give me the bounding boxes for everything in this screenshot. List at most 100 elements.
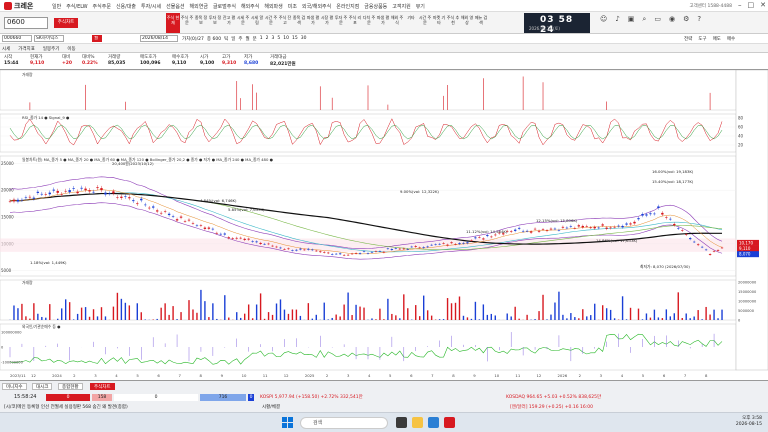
period-button-13[interactable]: 30	[301, 36, 307, 42]
toolbar-icon-22[interactable]: 메뉴 검색	[474, 13, 488, 33]
menu-item-1[interactable]: 주식/ELW	[66, 3, 87, 10]
stock-name-field[interactable]: SK하이닉스	[34, 35, 64, 42]
camera-icon[interactable]: ◉	[669, 15, 675, 24]
menu-item-8[interactable]: 해외주식	[241, 3, 259, 10]
lock-icon[interactable]: ▣	[628, 15, 635, 24]
period-button-7[interactable]: 1	[260, 36, 263, 42]
taskbar-search[interactable]: 검색	[300, 417, 388, 429]
menu-item-7[interactable]: 글로벌주식	[213, 3, 236, 10]
close-button[interactable]: ✕	[760, 1, 766, 9]
date-input[interactable]: 2026/08/14	[140, 35, 178, 42]
period-button-1[interactable]: 종 600	[207, 36, 221, 42]
indicator-tab-2[interactable]: 일봉주기	[43, 46, 60, 52]
search-icon[interactable]: ⌕	[642, 15, 646, 24]
toolbar-icon-16[interactable]: 해외 주식	[390, 13, 404, 33]
menu-item-12[interactable]: 온라인지점	[336, 3, 359, 10]
candle-body	[338, 253, 342, 255]
toolbar-icon-20[interactable]: 주식 추천	[446, 13, 460, 33]
menu-item-10[interactable]: 미조	[288, 3, 297, 10]
toolbar-icon-1[interactable]: 주식 주문	[180, 13, 194, 33]
windows-start-icon[interactable]	[282, 417, 293, 428]
stock-code-input[interactable]: 000660	[2, 35, 32, 42]
right-option-0[interactable]: 전략	[684, 36, 692, 42]
period-button-3[interactable]: 일	[231, 36, 235, 42]
period-button-6[interactable]: 분	[253, 36, 257, 42]
menu-item-13[interactable]: 금융상품등	[364, 3, 387, 10]
menu-item-9[interactable]: 해외파생	[264, 3, 282, 10]
tab-stock-chart[interactable]: 주식차트	[90, 383, 115, 390]
indicator-tab-0[interactable]: 시세	[2, 46, 10, 52]
speaker-icon[interactable]: ♪	[615, 15, 619, 24]
minimize-button[interactable]: –	[738, 1, 742, 9]
file-explorer-icon[interactable]	[412, 417, 423, 428]
volume-tick-label: 5000000	[738, 309, 755, 313]
toolbar-icon-15[interactable]: 파생 평가	[376, 13, 390, 33]
indicator-tab-1[interactable]: 가격지표	[18, 46, 35, 52]
period-button-10[interactable]: 5	[277, 36, 280, 42]
tab-dashboard[interactable]: 대시크	[32, 383, 53, 390]
toolbar-icon-6[interactable]: 시세 알림	[250, 13, 264, 33]
chart-canvas[interactable]: 25000200001500010000500020,400원(2023/10/…	[0, 69, 768, 380]
period-button-4[interactable]: 주	[238, 36, 242, 42]
menu-item-11[interactable]: 외국/해외주식	[302, 3, 331, 10]
toolbar-icon-14[interactable]: 다치 주문	[362, 13, 376, 33]
toolbar-icon-4[interactable]: 잔고 평가	[222, 13, 236, 33]
user-icon[interactable]: ☺	[600, 15, 607, 24]
right-option-3[interactable]: 매수	[727, 36, 735, 42]
menu-item-3[interactable]: 신용/대출	[116, 3, 136, 10]
toolbar-icon-8[interactable]: 주식 잔고	[278, 13, 292, 33]
creon-app-icon[interactable]	[444, 417, 455, 428]
period-tab-red[interactable]: 월	[92, 35, 102, 42]
candle-body	[155, 210, 159, 212]
toolbar-icon-12[interactable]: 투자 주문	[334, 13, 348, 33]
period-button-8[interactable]: 2	[266, 36, 269, 42]
settings-icon[interactable]: ⚙	[683, 15, 689, 24]
right-option-2[interactable]: 매도	[713, 36, 721, 42]
right-option-1[interactable]: 도구	[698, 36, 706, 42]
menu-item-4[interactable]: 투자/시세	[141, 3, 161, 10]
period-button-0[interactable]: 가치(0)/27	[182, 36, 204, 42]
toolbar-icon-18[interactable]: 시간 주문	[418, 13, 432, 33]
toolbar-icon-21[interactable]: 해외 영상	[460, 13, 474, 33]
task-view-icon[interactable]	[396, 417, 407, 428]
menu-item-0[interactable]: 일반	[52, 3, 61, 10]
candle-body	[259, 242, 262, 244]
period-button-11[interactable]: 10	[283, 36, 289, 42]
candle-body	[434, 244, 437, 246]
edge-icon[interactable]	[428, 417, 439, 428]
toolbar-icon-7[interactable]: 시간 주문	[264, 13, 278, 33]
toolbar-icon-19[interactable]: 마켓 기타	[432, 13, 446, 33]
tab-mini-index[interactable]: 미니지수	[2, 383, 27, 390]
candle-body	[370, 251, 374, 253]
toolbar-icon-5[interactable]: 시세 주문	[236, 13, 250, 33]
candle-body	[96, 187, 99, 189]
toolbar-icon-10[interactable]: 파생 평가	[306, 13, 320, 33]
maximize-button[interactable]: □	[748, 1, 755, 9]
help-icon[interactable]: ?	[697, 15, 701, 24]
toolbar-icon-9[interactable]: 종목 검색	[292, 13, 306, 33]
menu-item-14[interactable]: 고객지원	[392, 3, 410, 10]
period-button-5[interactable]: 월	[246, 36, 250, 42]
period-button-2[interactable]: 틱	[224, 36, 228, 42]
screen-icon[interactable]: ▭	[654, 15, 661, 24]
toolbar-icon-0[interactable]: 주식 현재	[166, 13, 180, 33]
system-tray-clock[interactable]: 오후 3:58 2026-08-15	[736, 416, 762, 428]
screen-code-input[interactable]: 0600	[4, 17, 48, 29]
period-button-9[interactable]: 3	[272, 36, 275, 42]
toolbar-icon-11[interactable]: 시장 평가	[320, 13, 334, 33]
period-button-12[interactable]: 15	[292, 36, 298, 42]
toolbar-icon-3[interactable]: 투자 정보	[208, 13, 222, 33]
indicator-tab-3[interactable]: 이동	[67, 46, 75, 52]
toolbar-icon-2[interactable]: 종목 정보	[194, 13, 208, 33]
menu-item-5[interactable]: 선물옵션	[166, 3, 184, 10]
menu-item-6[interactable]: 해외연금	[190, 3, 208, 10]
candle-body	[513, 229, 517, 231]
market-news-label[interactable]: 시황/체결	[262, 404, 280, 410]
tab-overview[interactable]: 종합현황	[58, 383, 83, 390]
menu-item-15[interactable]: 뷰기	[416, 3, 425, 10]
news-ticker[interactable]: [시/코]메인 등록형 인선 전월세 실용형판 568 숨긴 왜 발견(종합)	[4, 404, 128, 410]
toolbar-icon-13[interactable]: 주식 리포	[348, 13, 362, 33]
stock-chart-button[interactable]: 주식차트	[54, 18, 78, 28]
toolbar-icon-17[interactable]: 기타	[404, 13, 418, 33]
menu-item-2[interactable]: 주식주문	[93, 3, 111, 10]
